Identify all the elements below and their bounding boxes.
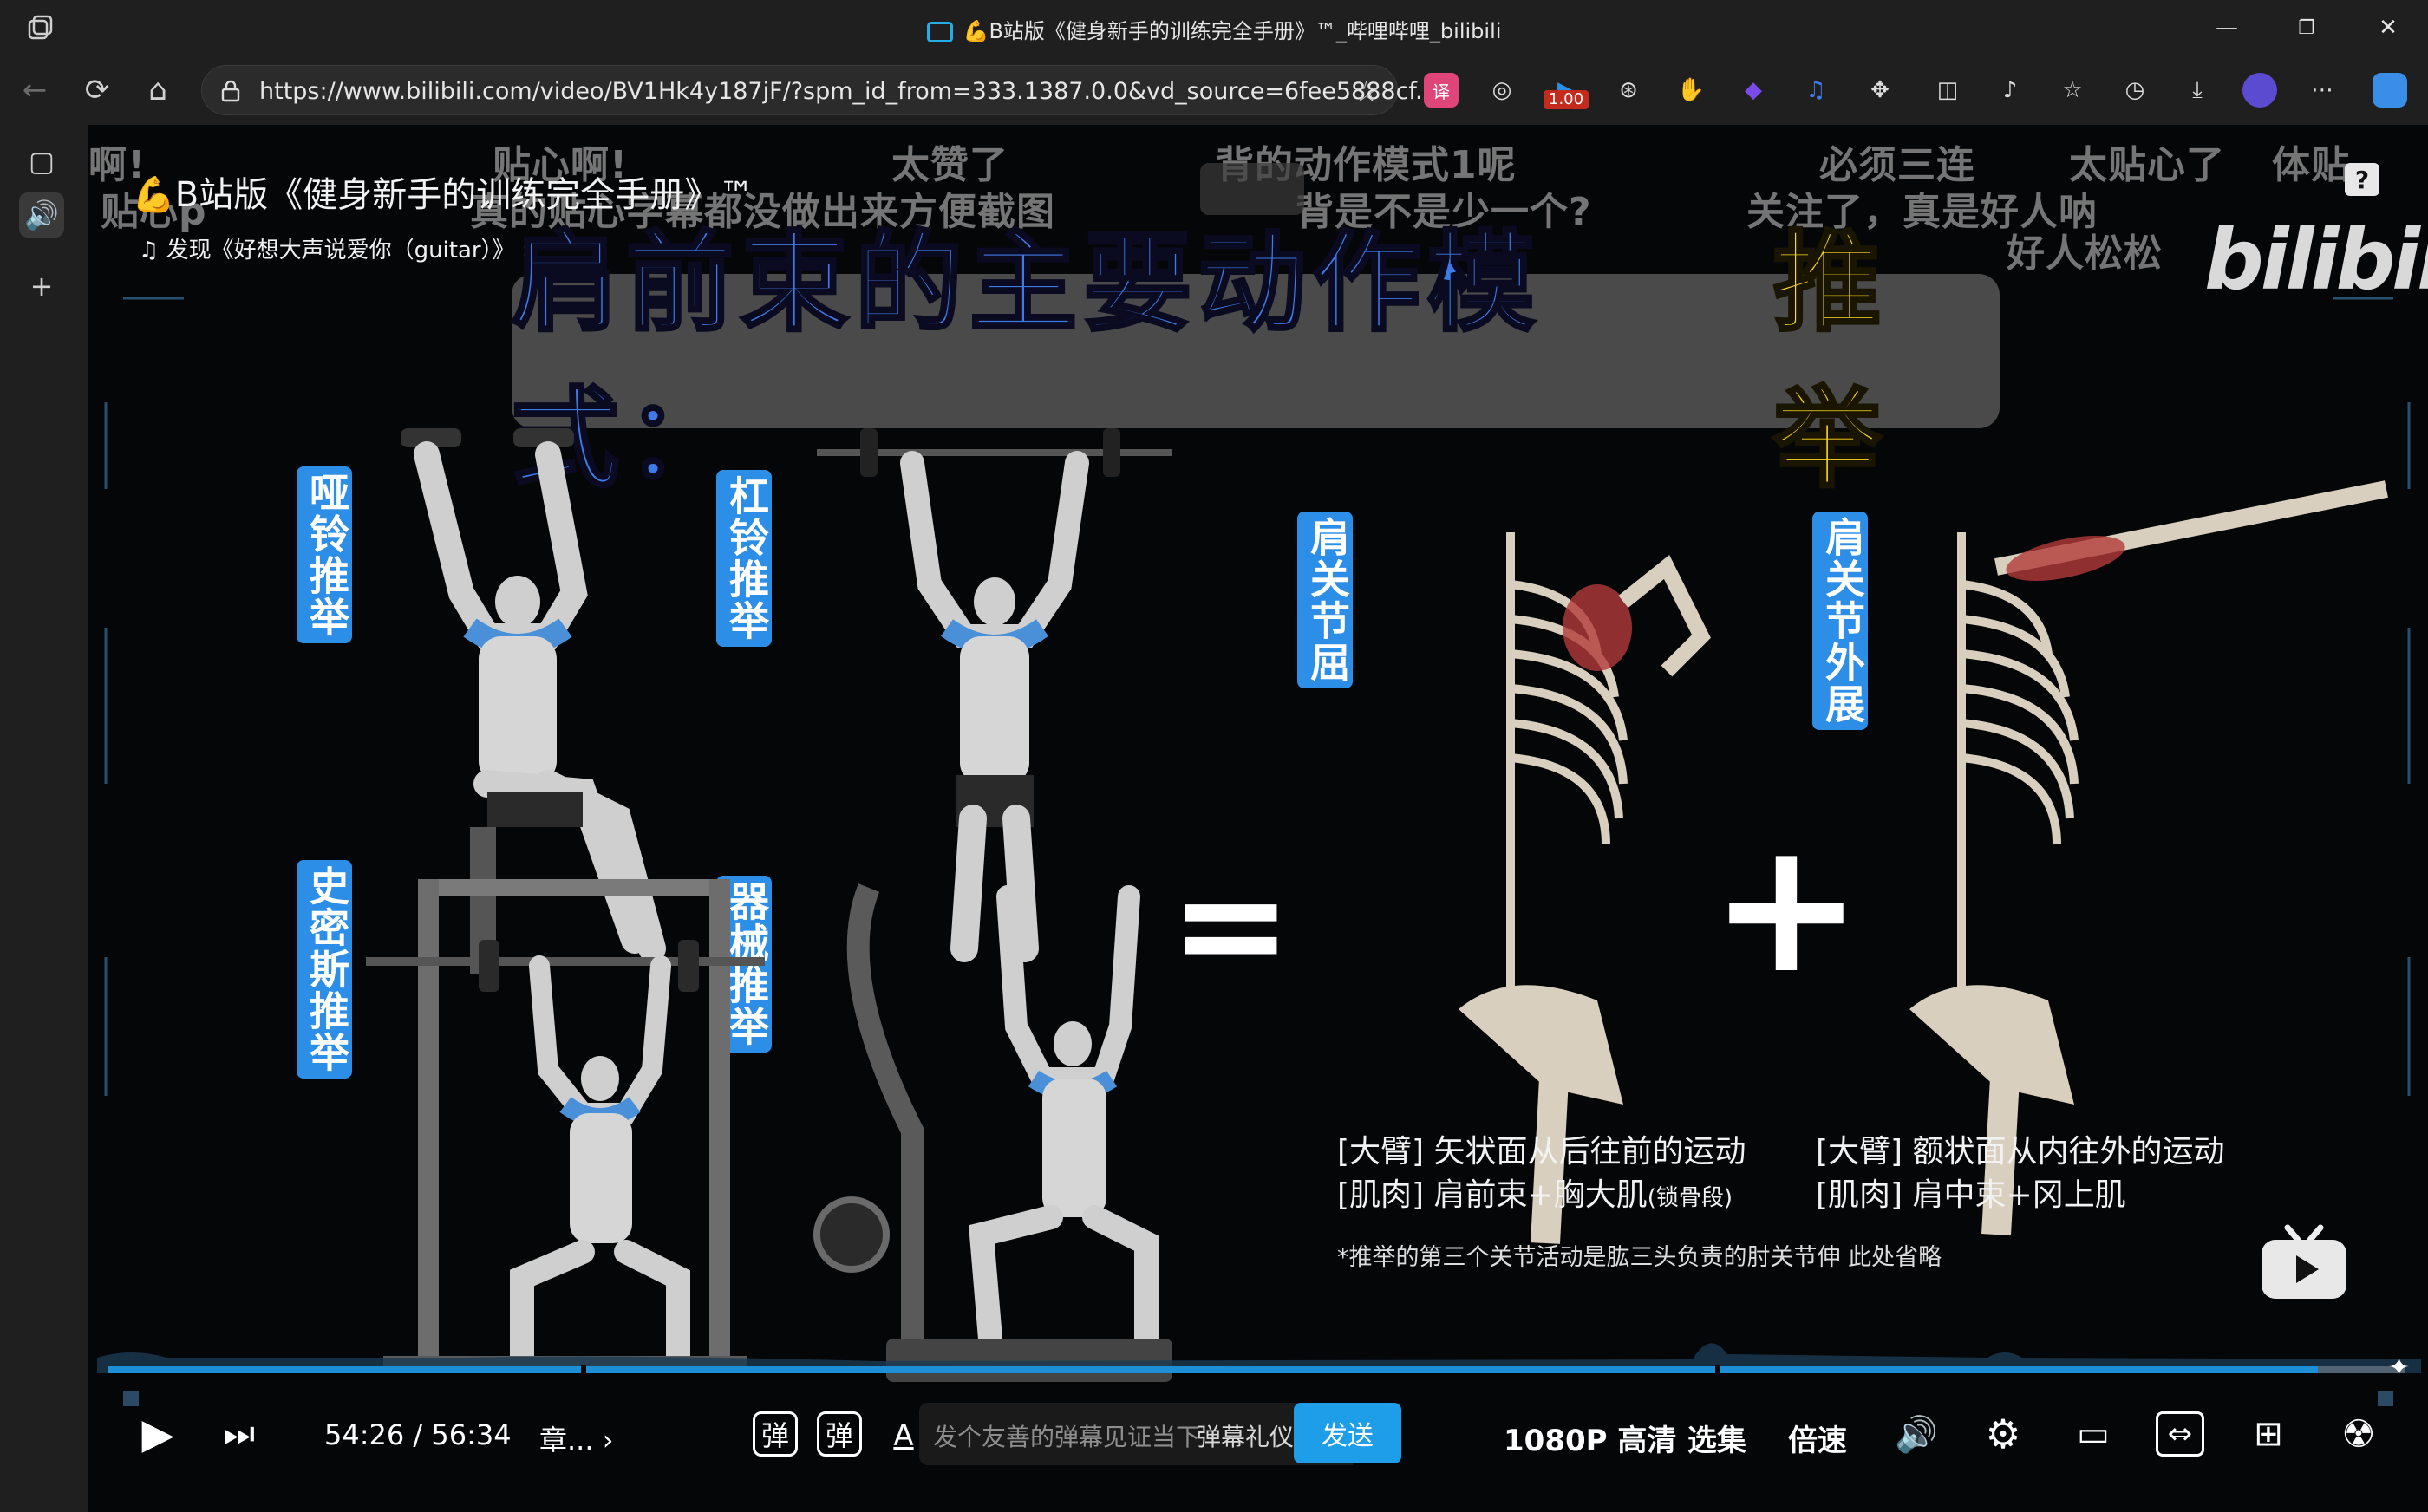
send-danmaku-button[interactable]: 发送 <box>1294 1403 1401 1463</box>
read-aloud-icon[interactable]: ♪ <box>1993 73 2027 108</box>
layers-extension-icon[interactable]: ◆ <box>1736 73 1771 108</box>
glasses-extension-icon[interactable]: ⊛ <box>1611 73 1646 108</box>
favorites-icon[interactable]: ☆ <box>2055 73 2090 108</box>
chevron-right-icon: › <box>593 1424 614 1457</box>
profile-avatar[interactable] <box>2242 73 2277 108</box>
settings-gear-icon[interactable]: ⚙ <box>1979 1408 2027 1460</box>
chapter-button[interactable]: 章... › <box>539 1418 614 1458</box>
equals-sign: = <box>1169 839 1293 1011</box>
extension-badge: 1.00 <box>1544 90 1589 109</box>
danmaku-settings-icon[interactable]: 弹 <box>817 1411 862 1457</box>
audio-tab-icon[interactable]: 🔊 <box>19 192 64 238</box>
time-display: 54:26 / 56:34 <box>324 1418 512 1451</box>
widescreen-icon[interactable]: ⇔ <box>2156 1411 2204 1457</box>
site-info-icon[interactable] <box>218 78 244 104</box>
label-smith-press: 史密斯推举 <box>297 860 352 1079</box>
headline-banner: 肩前束的主要动作模式： 推举 <box>510 219 2000 504</box>
play-icon[interactable]: ▶ <box>132 1408 184 1460</box>
episodes-button[interactable]: 选集 <box>1687 1417 1746 1459</box>
footnote: *推举的第三个关节活动是肱三头负责的肘关节伸 此处省略 <box>1337 1244 1942 1271</box>
fullscreen-icon[interactable]: ☢ <box>2334 1408 2383 1460</box>
downloads-icon[interactable]: ⤓ <box>2180 73 2215 108</box>
volume-icon[interactable]: 🔊 <box>1892 1408 1941 1460</box>
danmaku-toggle-icon[interactable]: 弹 <box>753 1411 798 1457</box>
restore-button[interactable]: ❐ <box>2289 10 2324 45</box>
label-barbell-press: 杠铃推举 <box>716 470 772 647</box>
danmaku-style-icon[interactable]: A <box>886 1417 921 1455</box>
incognito-extension-icon[interactable]: ◎ <box>1485 73 1519 108</box>
danmaku-comment: 体贴 <box>2272 143 2350 187</box>
extensions-icon[interactable]: ✥ <box>1863 73 1897 108</box>
speed-button[interactable]: 倍速 <box>1788 1417 1847 1459</box>
chapter-marker <box>581 1365 586 1375</box>
danmaku-comment: 好人松松 <box>2007 231 2163 276</box>
favorite-star-icon[interactable]: ☆ <box>1354 75 1380 109</box>
progress-handle[interactable]: ✦ <box>2388 1352 2414 1384</box>
video-player[interactable]: 啊! 贴心啊! 太赞了 背的动作模式1呢 必须三连 太贴心了 体贴 贴心p 真的… <box>88 125 2428 1512</box>
close-button[interactable]: ✕ <box>2371 10 2405 45</box>
label-shoulder-flexion: 肩关节屈 <box>1297 512 1353 688</box>
desc-flexion: [大臂] 矢状面从后往前的运动 [肌肉] 肩前束+胸大肌(锁骨段) <box>1337 1134 1746 1213</box>
split-screen-icon[interactable]: ◫ <box>1930 73 1965 108</box>
web-fullscreen-icon[interactable]: ⊞ <box>2244 1411 2293 1457</box>
browser-sidebar: ▢ 🔊 + <box>0 125 87 1512</box>
browser-toolbar: ← ⟳ ⌂ https://www.bilibili.com/video/BV1… <box>0 55 2428 125</box>
translate-extension-icon[interactable]: 译 <box>1424 73 1459 108</box>
copilot-icon[interactable] <box>2373 73 2407 108</box>
window-title: 💪B站版《健身新手的训练完全手册》™_哔哩哔哩_bilibili <box>0 14 2428 44</box>
more-menu-icon[interactable]: ⋯ <box>2305 73 2340 108</box>
url-text[interactable]: https://www.bilibili.com/video/BV1Hk4y18… <box>259 78 1438 105</box>
bilibili-tab-icon <box>926 22 953 42</box>
bilibili-tv-icon[interactable] <box>2256 1222 2352 1302</box>
label-dumbbell-press: 哑铃推举 <box>297 466 352 643</box>
bilibili-watermark: bilibili <box>2204 212 2428 309</box>
music-extension-icon[interactable]: ♫ <box>1798 73 1833 108</box>
progress-fill <box>108 1366 2318 1373</box>
tab-actions-icon[interactable]: ▢ <box>19 139 64 184</box>
pip-mode-icon[interactable]: ▭ <box>2069 1411 2118 1457</box>
chapter-marker <box>1715 1365 1720 1375</box>
desc-abduction: [大臂] 额状面从内往外的运动 [肌肉] 肩中束+冈上肌 <box>1816 1134 2225 1213</box>
back-icon[interactable]: ← <box>16 71 54 109</box>
headline-accent: 推举 <box>1772 219 1889 504</box>
quality-selector[interactable]: 1080P 高清 <box>1504 1417 1676 1459</box>
home-icon[interactable]: ⌂ <box>139 71 177 109</box>
minimize-button[interactable]: — <box>2209 10 2244 45</box>
history-icon[interactable]: ◷ <box>2118 73 2152 108</box>
music-link[interactable]: ♫ 发现《好想大声说爱你（guitar）》 › <box>139 232 531 264</box>
music-note-icon: ♫ <box>139 238 166 264</box>
block-extension-icon[interactable]: ✋ <box>1674 73 1708 108</box>
danmaku-input[interactable]: 发个友善的弹幕见证当下 弹幕礼仪 › <box>919 1403 1353 1465</box>
highlight-waveform <box>97 1343 2421 1373</box>
help-button[interactable]: ? <box>2345 163 2379 196</box>
next-episode-icon[interactable]: ⏭ <box>217 1411 262 1457</box>
address-bar[interactable]: https://www.bilibili.com/video/BV1Hk4y18… <box>201 65 1438 115</box>
refresh-icon[interactable]: ⟳ <box>78 71 116 109</box>
window-titlebar: 💪B站版《健身新手的训练完全手册》™_哔哩哔哩_bilibili — ❐ ✕ <box>0 0 2428 55</box>
new-tab-icon[interactable]: + <box>19 264 64 309</box>
